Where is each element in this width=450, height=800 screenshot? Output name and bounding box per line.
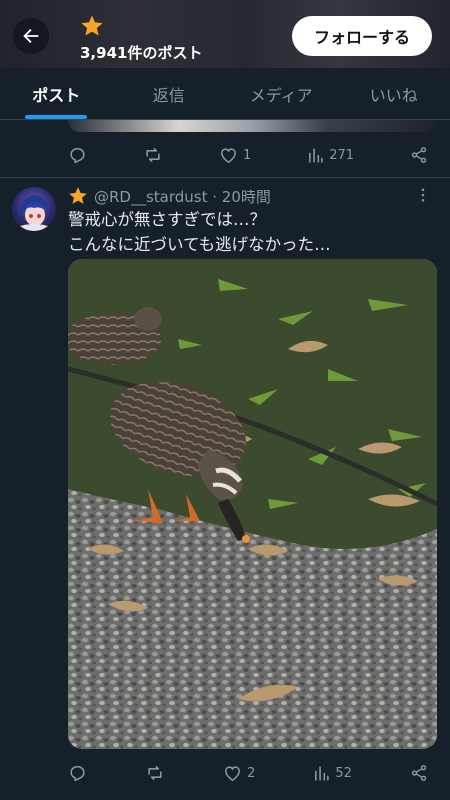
- tab-likes[interactable]: いいね: [338, 68, 450, 119]
- view-count: 271: [329, 147, 355, 163]
- previous-post-media[interactable]: [68, 120, 436, 132]
- duck-photo-image: [68, 259, 437, 749]
- repost-button[interactable]: [143, 145, 163, 165]
- like-count: 2: [247, 765, 256, 781]
- post-text-line: こんなに近づいても逃げなかった…: [68, 235, 331, 254]
- anime-avatar-image: [17, 195, 51, 231]
- views-button[interactable]: 52: [313, 765, 352, 782]
- like-button[interactable]: 1: [219, 146, 251, 165]
- back-button[interactable]: [13, 18, 49, 54]
- reply-button[interactable]: [68, 146, 87, 165]
- reply-icon: [70, 147, 85, 163]
- share-icon: [411, 765, 427, 781]
- post-header: @RD__stardust · 20時間: [68, 185, 271, 207]
- post-divider: [0, 177, 450, 178]
- share-button[interactable]: [410, 764, 428, 782]
- views-button[interactable]: 271: [307, 147, 354, 164]
- view-count: 52: [335, 765, 352, 781]
- follow-button[interactable]: フォローする: [292, 16, 432, 56]
- post-text-line: 警戒心が無さすぎでは…？: [68, 210, 266, 229]
- post-text: 警戒心が無さすぎでは…？ こんなに近づいても逃げなかった…: [68, 207, 438, 257]
- like-button[interactable]: 2: [223, 764, 255, 783]
- post-count: 3,941件のポスト: [80, 44, 203, 62]
- like-count: 1: [242, 147, 252, 163]
- repost-icon: [146, 147, 160, 163]
- bar-chart-icon: [309, 147, 323, 163]
- tab-media[interactable]: メディア: [225, 68, 338, 119]
- heart-icon: [225, 765, 241, 781]
- reply-button[interactable]: [68, 764, 87, 783]
- post-photo[interactable]: [68, 259, 437, 749]
- previous-post-actions: 1 271: [68, 140, 428, 170]
- avatar[interactable]: [12, 187, 56, 231]
- post-actions: 2 52: [68, 758, 428, 788]
- reply-icon: [70, 765, 85, 781]
- star-icon: [69, 187, 87, 204]
- repost-button[interactable]: [145, 763, 165, 783]
- heart-icon: [220, 147, 236, 163]
- user-handle[interactable]: @RD__stardust · 20時間: [94, 186, 271, 207]
- share-button[interactable]: [410, 146, 428, 164]
- share-icon: [411, 147, 427, 163]
- more-button[interactable]: [414, 186, 432, 208]
- star-icon: [81, 15, 103, 36]
- bar-chart-icon: [315, 765, 330, 781]
- tab-replies[interactable]: 返信: [113, 68, 226, 119]
- tab-posts[interactable]: ポスト: [0, 68, 113, 119]
- arrow-left-icon: [23, 28, 39, 44]
- more-vertical-icon: [421, 188, 425, 202]
- repost-icon: [148, 765, 162, 781]
- profile-tabs: ポスト 返信 メディア いいね: [0, 68, 450, 120]
